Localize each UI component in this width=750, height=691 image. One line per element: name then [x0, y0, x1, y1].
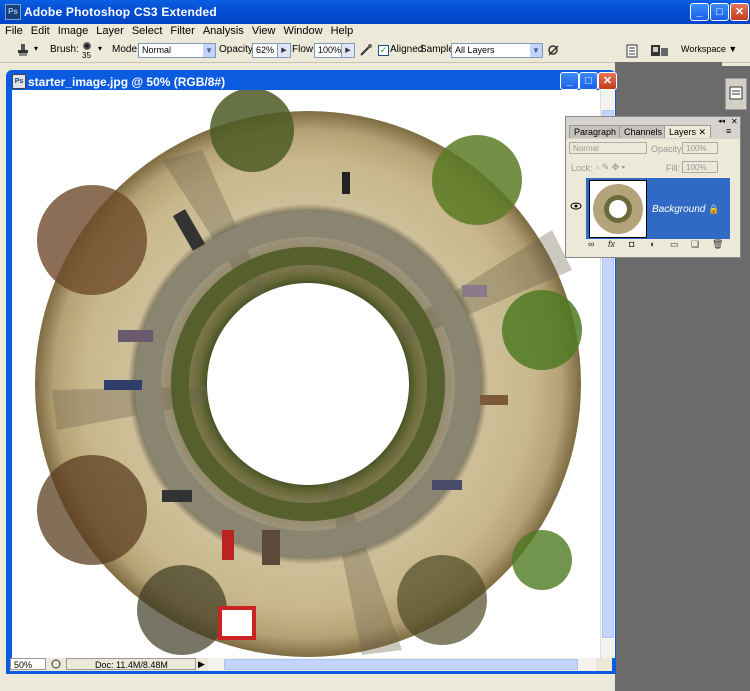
menu-edit[interactable]: Edit	[26, 24, 53, 37]
menu-select[interactable]: Select	[127, 24, 166, 37]
layers-panel-buttons: ∞ fx ◘ ◐ ▭ ❏ 🗑	[566, 239, 740, 253]
close-button[interactable]: ✕	[730, 3, 749, 21]
opacity-label: Opacity:	[219, 44, 256, 55]
airbrush-icon[interactable]	[359, 43, 373, 57]
mode-label: Mode:	[112, 44, 140, 55]
flow-label: Flow:	[292, 44, 316, 55]
horizontal-scrollbar[interactable]	[208, 658, 596, 671]
photoshop-window: Ps Adobe Photoshop CS3 Extended _ □ ✕ Fi…	[0, 0, 750, 691]
adjustment-layer-icon[interactable]: ◐	[650, 239, 655, 249]
flow-slider-button[interactable]: ▶	[341, 43, 355, 58]
menu-view[interactable]: View	[247, 24, 279, 37]
clone-stamp-tool-icon[interactable]	[16, 43, 30, 57]
doc-minimize-button[interactable]: _	[560, 72, 579, 90]
app-title: Adobe Photoshop CS3 Extended	[24, 5, 217, 19]
flow-input[interactable]: 100%	[314, 43, 342, 58]
tab-channels[interactable]: Channels	[619, 125, 668, 138]
menu-filter[interactable]: Filter	[165, 24, 197, 37]
minimize-button[interactable]: _	[690, 3, 709, 21]
chevron-down-icon: ▼	[530, 44, 542, 57]
workspace-menu[interactable]: Workspace ▼	[681, 44, 737, 54]
menu-image[interactable]: Image	[53, 24, 92, 37]
document-title-bar: Ps starter_image.jpg @ 50% (RGB/8#) _ □ …	[6, 70, 617, 92]
tab-paragraph[interactable]: Paragraph	[569, 125, 622, 138]
layer-name[interactable]: Background	[652, 204, 705, 215]
mode-select[interactable]: Normal ▼	[138, 43, 216, 58]
sample-value: All Layers	[455, 45, 495, 55]
menu-analysis[interactable]: Analysis	[198, 24, 247, 37]
menu-window[interactable]: Window	[278, 24, 325, 37]
layer-mask-icon[interactable]: ◘	[629, 239, 634, 249]
ignore-adjustment-layers-icon[interactable]	[547, 44, 560, 57]
polar-panorama-image	[35, 88, 582, 657]
panel-menu-icon[interactable]: ≡	[726, 126, 731, 136]
options-bar: ▾ Brush: 35 ▾ Mode: Normal ▼ Opacity: 62%…	[0, 40, 750, 63]
layer-thumbnail	[589, 180, 647, 238]
layer-opacity-label: Opacity:	[651, 144, 685, 154]
visibility-eye-icon[interactable]	[570, 201, 582, 211]
tab-close-icon[interactable]: ✕	[699, 127, 707, 137]
zoom-field[interactable]: 50%	[10, 658, 46, 670]
opacity-input[interactable]: 62%	[252, 43, 279, 58]
brush-label: Brush:	[50, 44, 79, 55]
menu-bar: File Edit Image Layer Select Filter Analysis Vi…	[0, 24, 750, 40]
brush-size: 35	[82, 51, 91, 60]
menu-layer[interactable]: Layer	[91, 24, 127, 37]
aligned-checkbox[interactable]: ✓	[378, 45, 389, 56]
title-bar: Ps Adobe Photoshop CS3 Extended _ □ ✕	[0, 0, 750, 24]
menu-file[interactable]: File	[0, 24, 26, 37]
mode-value: Normal	[142, 45, 172, 55]
doc-close-button[interactable]: ✕	[598, 72, 617, 90]
new-group-icon[interactable]: ▭	[670, 239, 679, 250]
brush-picker-arrow-icon[interactable]: ▾	[98, 44, 102, 53]
blend-mode-select[interactable]: Normal	[569, 142, 647, 154]
zoom-options-icon[interactable]	[50, 658, 62, 670]
new-layer-icon[interactable]: ❏	[691, 239, 699, 250]
aligned-label: Aligned	[390, 44, 424, 55]
lock-icon: 🔒	[708, 204, 720, 214]
doc-maximize-button[interactable]: □	[579, 72, 598, 90]
panel-tabs: Paragraph Channels Layers ✕ ≡	[566, 125, 740, 139]
tool-preset-arrow-icon[interactable]: ▾	[34, 44, 38, 53]
image-canvas[interactable]	[12, 88, 600, 658]
brush-preview-icon[interactable]	[83, 42, 91, 50]
tab-layers[interactable]: Layers ✕	[664, 125, 712, 138]
fill-input[interactable]: 100%	[682, 161, 718, 173]
menu-help[interactable]: Help	[326, 24, 357, 37]
status-menu-arrow-icon[interactable]: ▶	[198, 658, 205, 671]
photoshop-icon: Ps	[5, 4, 21, 20]
layers-panel: ◂◂ ✕ Paragraph Channels Layers ✕ ≡ Norma…	[565, 116, 741, 258]
layer-row-background[interactable]: Background 🔒	[586, 178, 730, 242]
sample-select[interactable]: All Layers ▼	[451, 43, 543, 58]
horizontal-scroll-thumb[interactable]	[224, 659, 578, 670]
document-title: starter_image.jpg @ 50% (RGB/8#)	[28, 75, 226, 89]
device-central-icon[interactable]	[650, 43, 670, 58]
fill-label: Fill:	[666, 163, 680, 173]
layer-opacity-input[interactable]: 100%	[682, 142, 718, 154]
panel-collapse-icon[interactable]: ◂◂	[718, 117, 725, 125]
lock-label: Lock:	[571, 163, 593, 173]
status-bar: 50% Doc: 11.4M/8.48M ▶	[10, 658, 612, 671]
opacity-slider-button[interactable]: ▶	[277, 43, 291, 58]
tab-layers-label: Layers	[669, 127, 697, 137]
layer-style-icon[interactable]: fx	[608, 239, 615, 249]
document-icon: Ps	[12, 74, 26, 89]
link-layers-icon[interactable]: ∞	[588, 239, 594, 249]
file-browser-icon[interactable]	[625, 44, 639, 58]
doc-size-info: Doc: 11.4M/8.48M	[66, 658, 196, 670]
lock-icons[interactable]: ▫ ✎ ✥ ▪	[596, 162, 625, 173]
dock-panel-icon[interactable]	[725, 78, 747, 110]
maximize-button[interactable]: □	[710, 3, 729, 21]
chevron-down-icon: ▼	[203, 44, 215, 57]
delete-layer-icon[interactable]: 🗑	[712, 239, 723, 250]
